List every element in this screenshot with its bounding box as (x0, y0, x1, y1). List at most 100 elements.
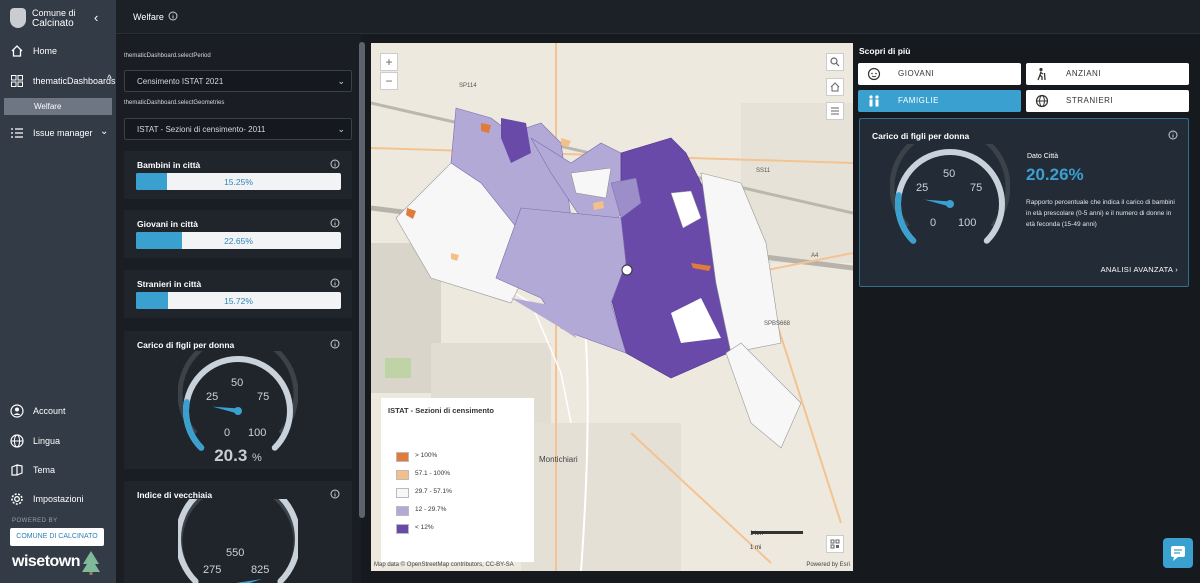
map-place-label: Montichiari (539, 455, 578, 464)
brand-line2: Calcinato (32, 18, 74, 29)
home-map-button[interactable] (826, 78, 844, 96)
powered-by-label: POWERED BY (12, 518, 58, 524)
sidebar-item-label: Home (33, 46, 58, 56)
stat-value: 22.65% (224, 236, 253, 246)
qr-button[interactable] (826, 535, 844, 553)
map-attribution[interactable]: Map data © OpenStreetMap contributors, C… (374, 562, 514, 568)
globe-icon (10, 434, 24, 448)
chat-icon (1171, 546, 1185, 561)
christmas-tree-icon (82, 551, 100, 575)
qr-icon (830, 539, 840, 549)
map-scale-mi: 1 mi (750, 545, 762, 551)
stat-title: Bambini in città (137, 160, 201, 170)
info-icon[interactable] (330, 278, 340, 288)
list-icon (11, 128, 23, 138)
dato-citta-label: Dato Città (1027, 153, 1059, 160)
tab-famiglie[interactable]: FAMIGLIE (858, 90, 1021, 112)
gauge-tick: 75 (970, 182, 982, 194)
map-road-label: A4 (811, 253, 819, 259)
map-road-label: SP114 (459, 83, 477, 89)
globe-icon (1035, 94, 1049, 108)
stat-value: 15.25% (224, 177, 253, 187)
sidebar-item-tema[interactable]: Tema (0, 459, 116, 483)
geometries-select[interactable]: ISTAT - Sezioni di censimento- 2011 ⌄ (124, 118, 352, 140)
header: Welfare (116, 0, 1200, 34)
baby-icon (867, 67, 881, 81)
sidebar-item-label: Lingua (33, 436, 61, 446)
indicator-description: Rapporto percentuale che indica il caric… (1026, 199, 1175, 228)
sidebar-item-impostazioni[interactable]: Impostazioni (0, 488, 116, 512)
zoom-in-button[interactable]: + (380, 53, 398, 71)
sidebar-item-lingua[interactable]: Lingua (0, 430, 116, 454)
map-powered-by[interactable]: Powered by Esri (806, 562, 850, 568)
legend-label: 57.1 - 100% (415, 470, 451, 477)
sidebar-item-label: Impostazioni (33, 494, 84, 504)
sidebar-item-label: thematicDashboards (33, 76, 116, 86)
chat-button[interactable] (1163, 538, 1193, 568)
zoom-out-button[interactable]: − (380, 72, 398, 90)
legend-label: 12 - 29.7% (415, 506, 447, 513)
stat-card-giovani: Giovani in città 22.65% (124, 210, 352, 258)
gauge-tick: 100 (958, 217, 976, 229)
indicators-panel: thematicDashboard.selectPeriod Censiment… (116, 35, 361, 583)
sidebar-item-issue-manager[interactable]: Issue manager ⌄ (0, 122, 116, 146)
sidebar-subitem-welfare[interactable]: Welfare (4, 98, 112, 115)
tab-label: GIOVANI (898, 69, 935, 78)
tab-giovani[interactable]: GIOVANI (858, 63, 1021, 85)
wisetown-logo: wisetown (12, 553, 81, 570)
dato-citta-value: 20.26% (1026, 165, 1084, 184)
menu-icon (831, 107, 839, 115)
theme-icon (11, 464, 23, 476)
home-icon (11, 45, 23, 57)
chevron-up-icon: ^ (107, 74, 112, 85)
stat-card-bambini: Bambini in città 15.25% (124, 151, 352, 199)
stat-progress-bar: 22.65% (136, 232, 341, 249)
legend-label: 29.7 - 57.1% (415, 488, 452, 495)
gauge-value: 20.3 % (124, 446, 352, 466)
info-icon[interactable] (330, 218, 340, 228)
gauge-tick: 50 (943, 168, 955, 180)
crest-icon (10, 8, 26, 28)
panel-scrollbar[interactable] (359, 42, 365, 518)
gauge-value-unit: % (252, 452, 262, 464)
stat-progress-bar: 15.72% (136, 292, 341, 309)
tab-anziani[interactable]: ANZIANI (1026, 63, 1189, 85)
map[interactable]: + − Montichiari SP114 SS11 A4 SPBS668 1 … (371, 43, 853, 571)
search-map-button[interactable] (826, 53, 844, 71)
collapse-chevron-icon[interactable]: ‹ (94, 10, 98, 25)
sidebar-item-account[interactable]: Account (0, 400, 116, 424)
chevron-down-icon: ⌄ (337, 76, 345, 86)
info-icon[interactable] (330, 159, 340, 169)
map-legend: ISTAT - Sezioni di censimento > 100% 57.… (381, 398, 534, 562)
period-label: thematicDashboard.selectPeriod (124, 53, 211, 59)
map-road-label: SS11 (756, 168, 771, 174)
layers-menu-button[interactable] (826, 102, 844, 120)
sidebar: Comune di Calcinato ‹ Home thematicDashb… (0, 0, 116, 583)
geometries-label: thematicDashboard.selectGeometries (124, 100, 225, 106)
gear-icon (11, 493, 23, 505)
gauge-tick: 50 (231, 377, 243, 389)
brand[interactable]: Comune di Calcinato ‹ (10, 8, 110, 30)
info-icon[interactable] (330, 339, 340, 349)
legend-title: ISTAT - Sezioni di censimento (388, 406, 494, 415)
sidebar-item-home[interactable]: Home (0, 40, 116, 64)
advanced-analysis-link[interactable]: ANALISI AVANZATA › (1101, 265, 1178, 274)
gauge-tick: 0 (930, 217, 936, 229)
gauge-needle (236, 579, 262, 583)
info-icon[interactable] (1168, 130, 1178, 140)
gauge-title: Carico di figli per donna (137, 340, 235, 350)
user-icon (10, 404, 24, 418)
tab-stranieri[interactable]: STRANIERI (1026, 90, 1189, 112)
sidebar-item-thematic-dashboards[interactable]: thematicDashboards ^ (0, 70, 116, 94)
gauge-chart: 0 25 50 75 100 (178, 351, 298, 451)
gauge-card-vecchiaia: Indice di vecchiaia 275 550 825 (124, 481, 352, 583)
period-select[interactable]: Censimento ISTAT 2021 ⌄ (124, 70, 352, 92)
gauge-value-number: 20.3 (214, 446, 248, 465)
gauge-card-carico: Carico di figli per donna 0 25 50 75 100… (124, 331, 352, 469)
gauge-tick: 550 (226, 547, 244, 559)
comune-button[interactable]: COMUNE DI CALCINATO (10, 528, 104, 546)
info-icon[interactable] (330, 489, 340, 499)
chevron-down-icon: ⌄ (337, 124, 345, 134)
info-icon[interactable] (168, 11, 178, 21)
gauge-tick: 75 (257, 391, 269, 403)
